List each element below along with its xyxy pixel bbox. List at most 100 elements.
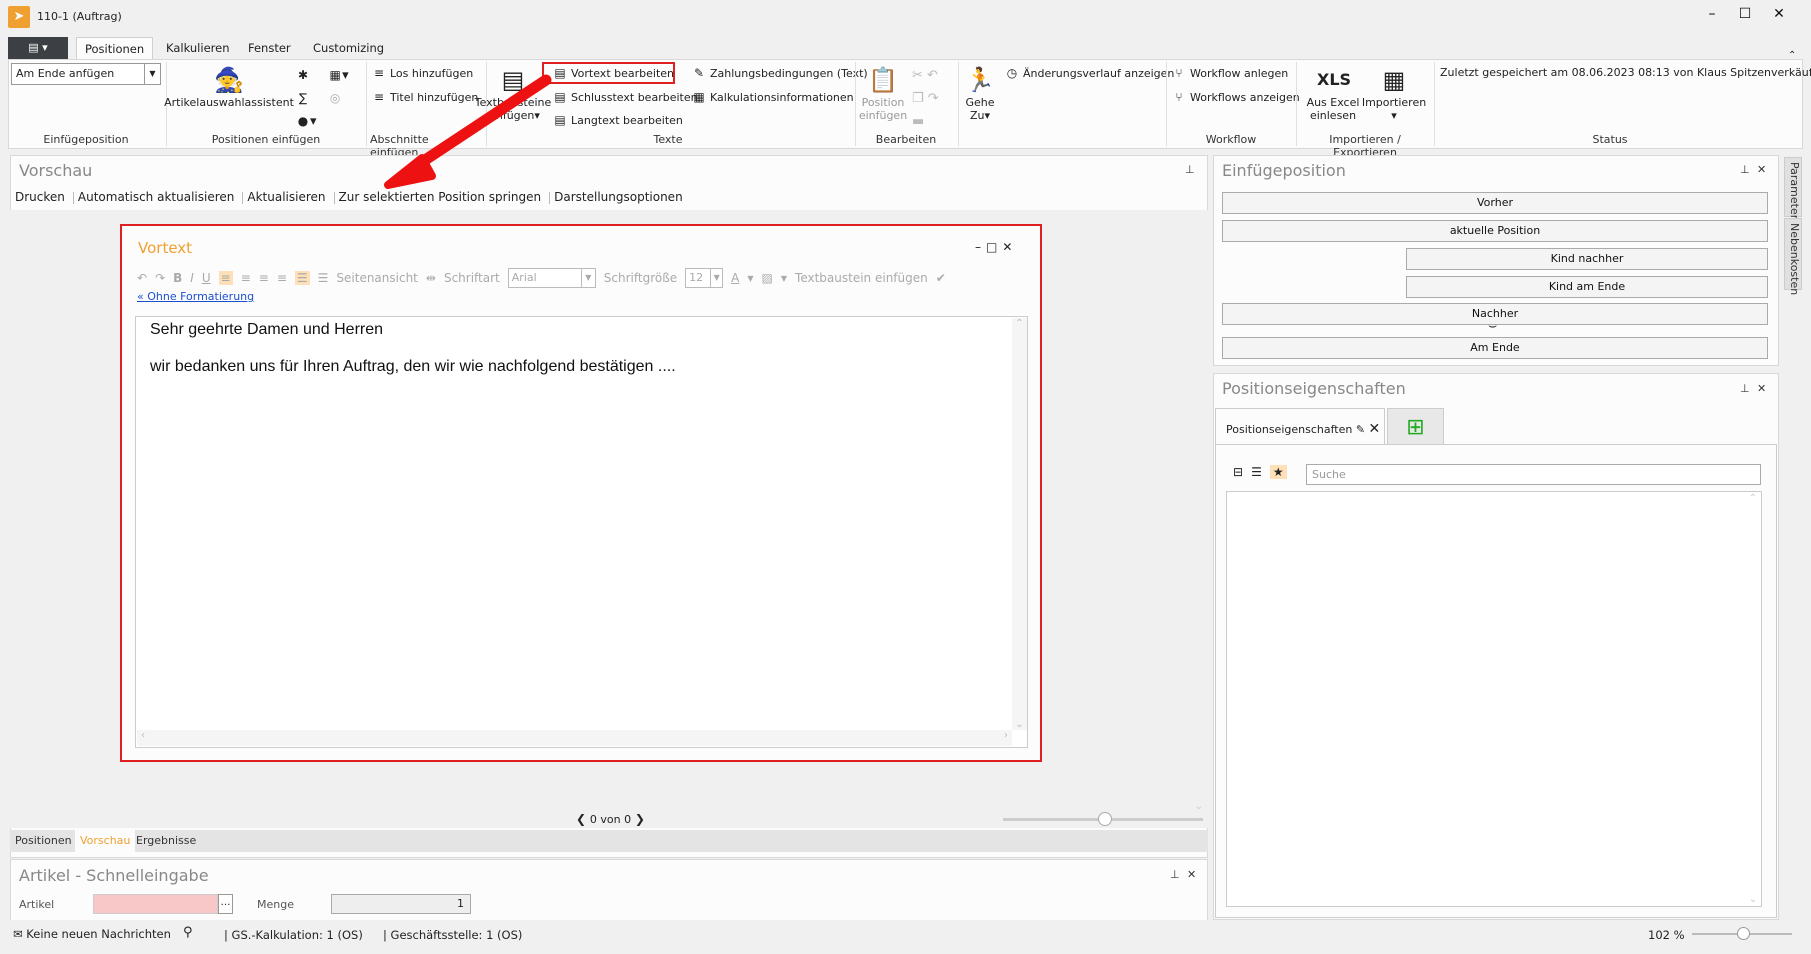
ribbon-collapse-icon[interactable]: ⌃: [1788, 50, 1796, 61]
messages-status[interactable]: ✉ Keine neuen Nachrichten: [13, 927, 171, 941]
categorized-icon[interactable]: ⊟: [1233, 465, 1243, 479]
tab-positionen-bottom[interactable]: Positionen: [10, 830, 77, 852]
editor-vertical-scrollbar[interactable]: ⌃ ⌄: [1012, 318, 1027, 730]
underline-icon[interactable]: U: [202, 271, 211, 285]
bullet-list-icon[interactable]: ☰: [294, 271, 310, 285]
textbausteine-button[interactable]: ▤ Textbausteine einfügen▾: [475, 64, 552, 122]
tab-positionen[interactable]: Positionen: [76, 37, 154, 60]
menge-input[interactable]: 1: [331, 894, 471, 914]
artikel-lookup-button[interactable]: …: [218, 894, 233, 914]
pin-icon[interactable]: ⊥: [1740, 163, 1750, 176]
workflows-anzeigen-button[interactable]: ⑂ Workflows anzeigen: [1172, 90, 1299, 104]
darstellungsoptionen-button[interactable]: Darstellungsoptionen: [554, 190, 683, 204]
minimize-icon[interactable]: –: [1697, 2, 1727, 26]
maximize-icon[interactable]: ☐: [1730, 2, 1760, 26]
vortext-bearbeiten-button[interactable]: ▤ Vortext bearbeiten: [553, 66, 674, 80]
schriftgroesse-select[interactable]: 12 ▼: [685, 268, 724, 288]
insert-position-combo[interactable]: Am Ende anfügen ▼: [11, 63, 161, 85]
redo-icon[interactable]: ↷: [155, 271, 165, 285]
maximize-icon[interactable]: □: [986, 240, 1002, 254]
zoom-slider-handle[interactable]: [1098, 812, 1112, 826]
aenderungsverlauf-button[interactable]: ◷ Änderungsverlauf anzeigen: [1005, 66, 1175, 80]
redo-icon[interactable]: ↷: [928, 91, 939, 106]
schriftart-select[interactable]: Arial ▼: [507, 268, 596, 288]
vorher-button[interactable]: Vorher: [1222, 192, 1768, 214]
undo-icon[interactable]: ↶: [137, 271, 147, 285]
titel-hinzufuegen-button[interactable]: ≡ Titel hinzufügen: [372, 90, 478, 104]
position-springen-button[interactable]: Zur selektierten Position springen: [339, 190, 542, 204]
star-icon[interactable]: ★: [1269, 465, 1287, 479]
check-circle-icon[interactable]: ◎: [328, 91, 342, 105]
workflow-anlegen-button[interactable]: ⑂ Workflow anlegen: [1172, 66, 1288, 80]
close-icon[interactable]: ✕: [1002, 240, 1017, 254]
next-page-icon[interactable]: ❯: [635, 812, 645, 826]
am-ende-button[interactable]: Am Ende: [1222, 337, 1768, 359]
file-menu-button[interactable]: ▤ ▾: [8, 37, 68, 59]
pin-icon[interactable]: ⊥: [1740, 382, 1750, 395]
schlusstext-bearbeiten-button[interactable]: ▤ Schlusstext bearbeiten: [553, 90, 697, 104]
checkmark-icon[interactable]: ✔: [936, 271, 946, 285]
globe-icon[interactable]: ●: [296, 114, 310, 128]
tab-fenster[interactable]: Fenster: [240, 37, 299, 60]
sum-icon[interactable]: ∑: [296, 91, 310, 105]
tab-vorschau-bottom[interactable]: Vorschau: [75, 830, 136, 852]
highlight-color-icon[interactable]: ▨: [762, 271, 773, 285]
pin-icon[interactable]: ⊥: [1170, 868, 1180, 881]
textbaustein-einfuegen-button[interactable]: Textbaustein einfügen: [795, 271, 928, 285]
close-icon[interactable]: ✕: [1757, 163, 1766, 176]
align-right-icon[interactable]: ≡: [259, 271, 269, 285]
close-icon[interactable]: ✕: [1757, 382, 1766, 395]
list-icon[interactable]: ☰: [1251, 465, 1262, 479]
kind-nachher-button[interactable]: Kind nachher: [1406, 248, 1768, 270]
close-icon[interactable]: ✕: [1764, 2, 1794, 26]
font-color-icon[interactable]: A: [731, 271, 739, 285]
aktuelle-position-button[interactable]: aktuelle Position: [1222, 220, 1768, 242]
kind-am-ende-button[interactable]: Kind am Ende: [1406, 276, 1768, 298]
pencil-icon[interactable]: ✎: [1356, 423, 1365, 436]
tab-customizing[interactable]: Customizing: [305, 37, 392, 60]
close-icon[interactable]: ✕: [1369, 421, 1381, 437]
page-break-icon[interactable]: ⇹: [426, 271, 436, 285]
search-input[interactable]: Suche: [1306, 464, 1761, 485]
ohne-formatierung-link[interactable]: « Ohne Formatierung: [137, 290, 254, 303]
undo-icon[interactable]: ↶: [927, 68, 938, 83]
seitenansicht-button[interactable]: Seitenansicht: [336, 271, 417, 285]
chevron-down-icon[interactable]: ▼: [144, 64, 160, 84]
zahlungsbedingungen-button[interactable]: ✎ Zahlungsbedingungen (Text): [692, 66, 868, 80]
position-einfuegen-button[interactable]: 📋 Position einfügen: [858, 64, 908, 122]
aktualisieren-button[interactable]: Aktualisieren: [247, 190, 325, 204]
numbered-list-icon[interactable]: ☰: [318, 271, 329, 285]
side-tab-nebenkosten[interactable]: Nebenkosten: [1784, 218, 1802, 295]
justify-icon[interactable]: ≡: [277, 271, 287, 285]
light-icon[interactable]: ✱: [296, 68, 310, 82]
aus-excel-button[interactable]: XLS Aus Excel einlesen: [1300, 64, 1366, 122]
importieren-button[interactable]: ▦ Importieren ▾: [1362, 64, 1426, 122]
property-grid-scrollbar[interactable]: ⌃ ⌄: [1746, 493, 1760, 905]
tab-ergebnisse-bottom[interactable]: Ergebnisse: [131, 830, 201, 852]
tab-kalkulieren[interactable]: Kalkulieren: [158, 37, 237, 60]
auto-aktualisieren-button[interactable]: Automatisch aktualisieren: [78, 190, 234, 204]
langtext-bearbeiten-button[interactable]: ▤ Langtext bearbeiten: [553, 113, 683, 127]
italic-icon[interactable]: I: [190, 271, 194, 285]
align-center-icon[interactable]: ≡: [241, 271, 251, 285]
status-zoom-handle[interactable]: [1737, 927, 1750, 940]
gehe-zu-button[interactable]: 🏃 Gehe Zu▾: [962, 64, 998, 122]
prev-page-icon[interactable]: ❮: [576, 812, 586, 826]
artikelauswahl-button[interactable]: 🧙 Artikelauswahlassistent: [164, 64, 294, 109]
close-icon[interactable]: ✕: [1187, 868, 1196, 881]
catalog-icon[interactable]: ▦: [328, 68, 342, 82]
artikel-input[interactable]: [93, 894, 218, 914]
bold-icon[interactable]: B: [173, 271, 182, 285]
align-left-icon[interactable]: ≡: [218, 271, 233, 285]
side-tab-parameter[interactable]: Parameter: [1784, 157, 1802, 219]
kalkulationsinformationen-button[interactable]: ▦ Kalkulationsinformationen: [692, 90, 853, 104]
editor-horizontal-scrollbar[interactable]: ‹ ›: [137, 730, 1012, 746]
editor-text-area[interactable]: [135, 316, 1028, 748]
delete-icon[interactable]: ▬: [912, 114, 924, 129]
drucken-button[interactable]: Drucken: [15, 190, 65, 204]
search-icon[interactable]: ⚲: [183, 925, 193, 940]
copy-icon[interactable]: ❐: [912, 91, 924, 106]
vorschau-scrollbar[interactable]: ⌄: [1192, 212, 1206, 812]
add-tab-icon[interactable]: ⊞: [1387, 408, 1444, 445]
pin-icon[interactable]: ⊥: [1185, 163, 1195, 176]
